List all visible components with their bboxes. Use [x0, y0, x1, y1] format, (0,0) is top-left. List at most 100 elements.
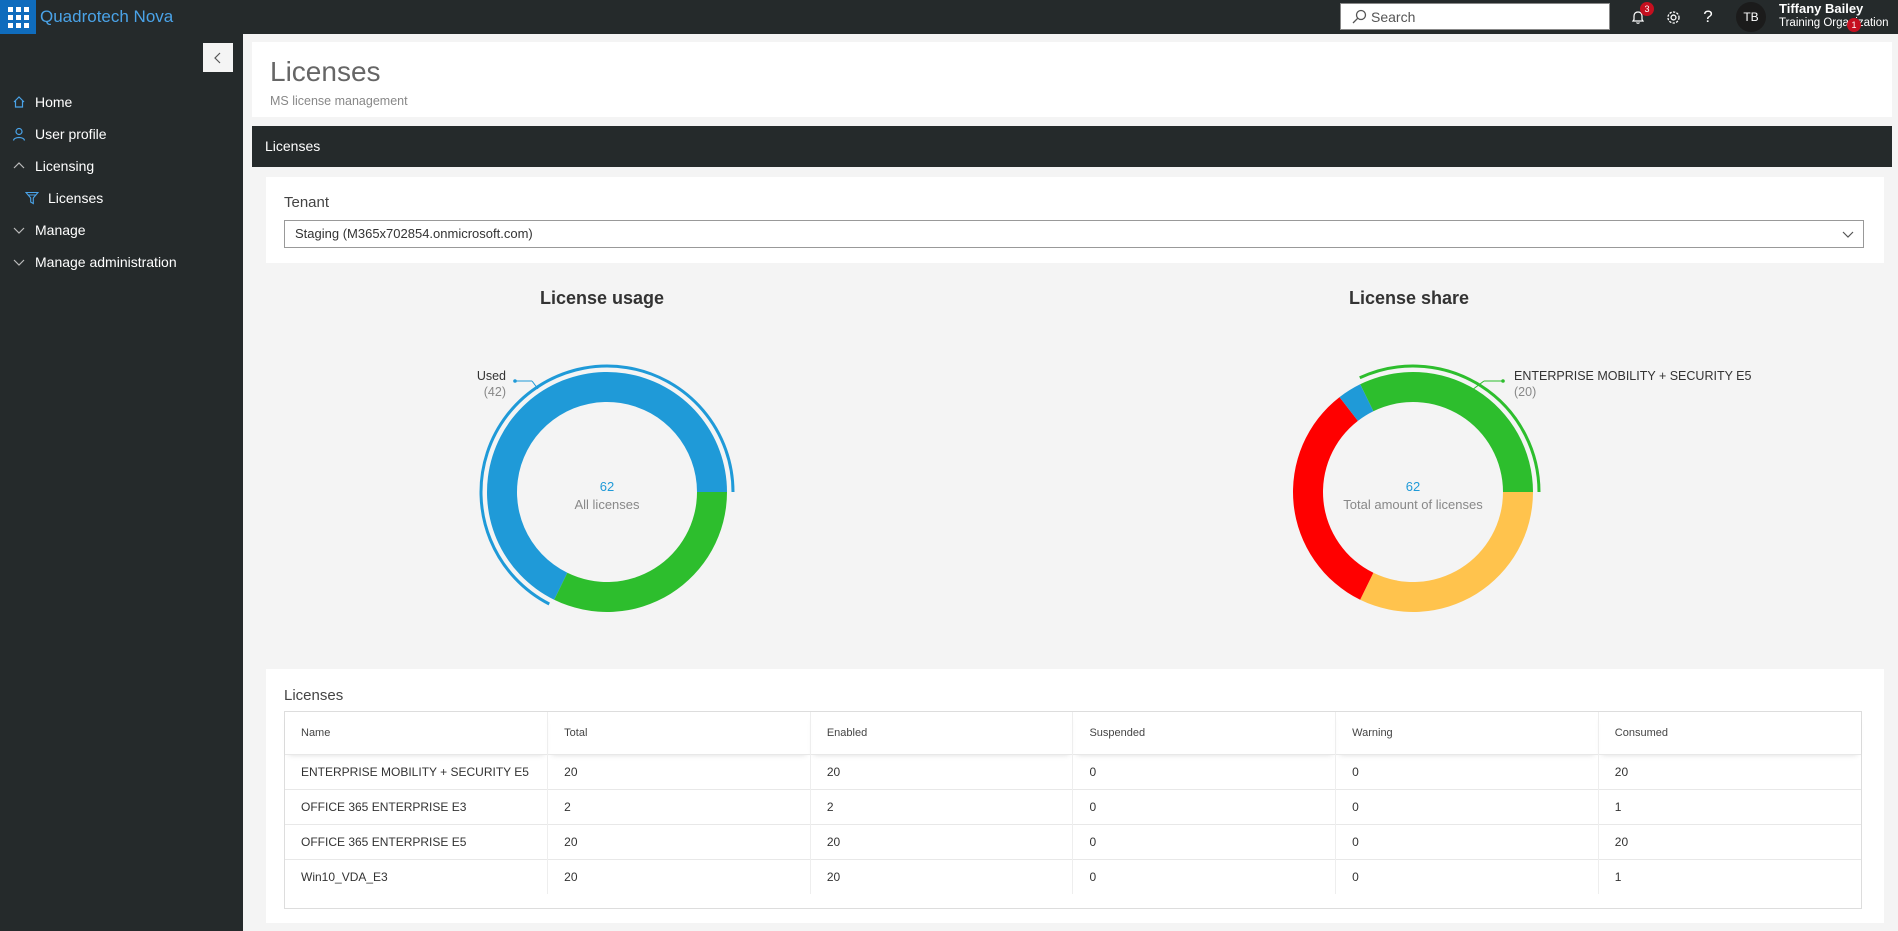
table-cell: 0 — [1335, 753, 1599, 789]
table-cell: 0 — [1335, 788, 1599, 824]
table-cell: 20 — [810, 823, 1074, 859]
sidebar-item-licensing[interactable]: Licensing — [0, 151, 243, 181]
sidebar: Home User profile Licensing Licenses Man… — [0, 34, 243, 931]
person-icon — [11, 126, 27, 142]
table-cell: 0 — [1335, 858, 1599, 894]
page-title: Licenses — [270, 56, 381, 87]
column-header-enabled[interactable]: Enabled — [810, 712, 1074, 754]
tenant-dropdown[interactable]: Staging (M365x702854.onmicrosoft.com) — [284, 220, 1864, 248]
column-header-warning[interactable]: Warning — [1335, 712, 1599, 754]
license-share-donut-chart: 62 Total amount of licenses ENTERPRISE M… — [1293, 364, 1751, 612]
sidebar-item-label: Licensing — [35, 158, 95, 174]
section-header: Licenses — [252, 126, 1892, 167]
org-badge: 1 — [1847, 18, 1861, 32]
notification-count-badge: 3 — [1640, 2, 1654, 16]
waffle-icon — [7, 6, 29, 28]
collapse-sidebar-button[interactable] — [203, 43, 233, 72]
share-center-label: Total amount of licenses — [1343, 497, 1483, 512]
page-header: Licenses MS license management — [252, 42, 1892, 117]
sidebar-item-label: Manage — [35, 222, 86, 238]
table-cell: OFFICE 365 ENTERPRISE E3 — [285, 788, 549, 824]
app-launcher-button[interactable] — [0, 0, 36, 34]
table-cell: 1 — [1598, 858, 1861, 894]
license-usage-donut-chart: 62 All licenses Used (42) — [477, 364, 735, 612]
table-cell: 20 — [1598, 753, 1861, 789]
table-cell: 0 — [1072, 788, 1337, 824]
license-share-title: License share — [1348, 288, 1470, 308]
table-row[interactable]: ENTERPRISE MOBILITY + SECURITY E5 20 20 … — [285, 753, 1861, 789]
brand-title[interactable]: Quadrotech Nova — [40, 7, 173, 27]
tenant-selected-value: Staging (M365x702854.onmicrosoft.com) — [295, 226, 533, 241]
licenses-table-card: Licenses Name Total Enabled Suspended Wa… — [266, 669, 1884, 923]
top-bar: Quadrotech Nova 3 ? TB Tiffany Bailey Tr… — [0, 0, 1898, 34]
sidebar-item-label: Home — [35, 94, 73, 110]
table-cell: 20 — [547, 823, 811, 859]
search-icon — [1352, 9, 1367, 24]
column-header-suspended[interactable]: Suspended — [1072, 712, 1337, 754]
column-header-consumed[interactable]: Consumed — [1598, 712, 1861, 754]
chevron-down-icon — [11, 254, 27, 270]
licenses-table-label: Licenses — [284, 687, 344, 704]
sidebar-item-label: Licenses — [48, 190, 104, 206]
usage-callout-dot — [513, 379, 517, 383]
tenant-card: Tenant Staging (M365x702854.onmicrosoft.… — [266, 177, 1884, 263]
usage-callout-value: (42) — [484, 385, 506, 399]
chevron-up-icon — [11, 158, 27, 174]
sidebar-item-manage[interactable]: Manage — [0, 215, 243, 245]
avatar[interactable]: TB — [1736, 2, 1766, 32]
filter-icon — [24, 190, 40, 206]
share-callout-label: ENTERPRISE MOBILITY + SECURITY E5 — [1514, 369, 1751, 383]
table-cell: 20 — [810, 858, 1074, 894]
license-usage-title: License usage — [539, 288, 665, 308]
chevron-down-icon — [11, 222, 27, 238]
table-cell: 0 — [1072, 753, 1337, 789]
table-row[interactable]: OFFICE 365 ENTERPRISE E5 20 20 0 0 20 — [285, 823, 1861, 859]
usage-callout-label: Used — [477, 369, 506, 383]
share-center-value: 62 — [1406, 479, 1420, 494]
table-cell: 2 — [810, 788, 1074, 824]
sidebar-item-licenses[interactable]: Licenses — [0, 183, 243, 213]
chevron-left-icon — [214, 52, 221, 63]
share-callout-dot — [1501, 379, 1505, 383]
sidebar-item-label: Manage administration — [35, 254, 177, 270]
licenses-table: Name Total Enabled Suspended Warning Con… — [284, 711, 1862, 909]
table-cell: 20 — [547, 858, 811, 894]
page-subtitle: MS license management — [270, 94, 408, 108]
question-mark-icon: ? — [1703, 7, 1713, 26]
table-row[interactable]: Win10_VDA_E3 20 20 0 0 1 — [285, 858, 1861, 894]
table-cell: 20 — [810, 753, 1074, 789]
sidebar-item-label: User profile — [35, 126, 107, 142]
sidebar-item-home[interactable]: Home — [0, 87, 243, 117]
help-button[interactable]: ? — [1697, 6, 1719, 28]
user-name[interactable]: Tiffany Bailey — [1779, 1, 1863, 16]
table-cell: 20 — [547, 753, 811, 789]
share-segment-0[interactable] — [1360, 372, 1533, 492]
table-cell: 1 — [1598, 788, 1861, 824]
table-row[interactable]: OFFICE 365 ENTERPRISE E3 2 2 0 0 1 — [285, 788, 1861, 824]
user-organization[interactable]: Training Organization — [1779, 17, 1889, 29]
table-header-row: Name Total Enabled Suspended Warning Con… — [285, 712, 1861, 754]
usage-center-label: All licenses — [574, 497, 640, 512]
share-callout-value: (20) — [1514, 385, 1536, 399]
tenant-label: Tenant — [284, 194, 330, 211]
table-cell: 0 — [1072, 823, 1337, 859]
home-icon — [11, 94, 27, 110]
column-header-name[interactable]: Name — [285, 712, 549, 754]
settings-button[interactable] — [1662, 6, 1684, 28]
notifications-button[interactable]: 3 — [1627, 2, 1654, 28]
table-cell: 0 — [1072, 858, 1337, 894]
search-input[interactable] — [1371, 4, 1601, 29]
search-box[interactable] — [1340, 3, 1610, 30]
table-cell: ENTERPRISE MOBILITY + SECURITY E5 — [285, 753, 549, 789]
usage-center-value: 62 — [600, 479, 614, 494]
column-header-total[interactable]: Total — [547, 712, 811, 754]
table-cell: 20 — [1598, 823, 1861, 859]
table-cell: OFFICE 365 ENTERPRISE E5 — [285, 823, 549, 859]
table-cell: 0 — [1335, 823, 1599, 859]
table-cell: Win10_VDA_E3 — [285, 858, 549, 894]
table-cell: 2 — [547, 788, 811, 824]
gear-icon — [1666, 10, 1680, 24]
sidebar-item-user-profile[interactable]: User profile — [0, 119, 243, 149]
sidebar-item-manage-administration[interactable]: Manage administration — [0, 247, 243, 277]
chevron-down-icon — [1842, 231, 1854, 238]
